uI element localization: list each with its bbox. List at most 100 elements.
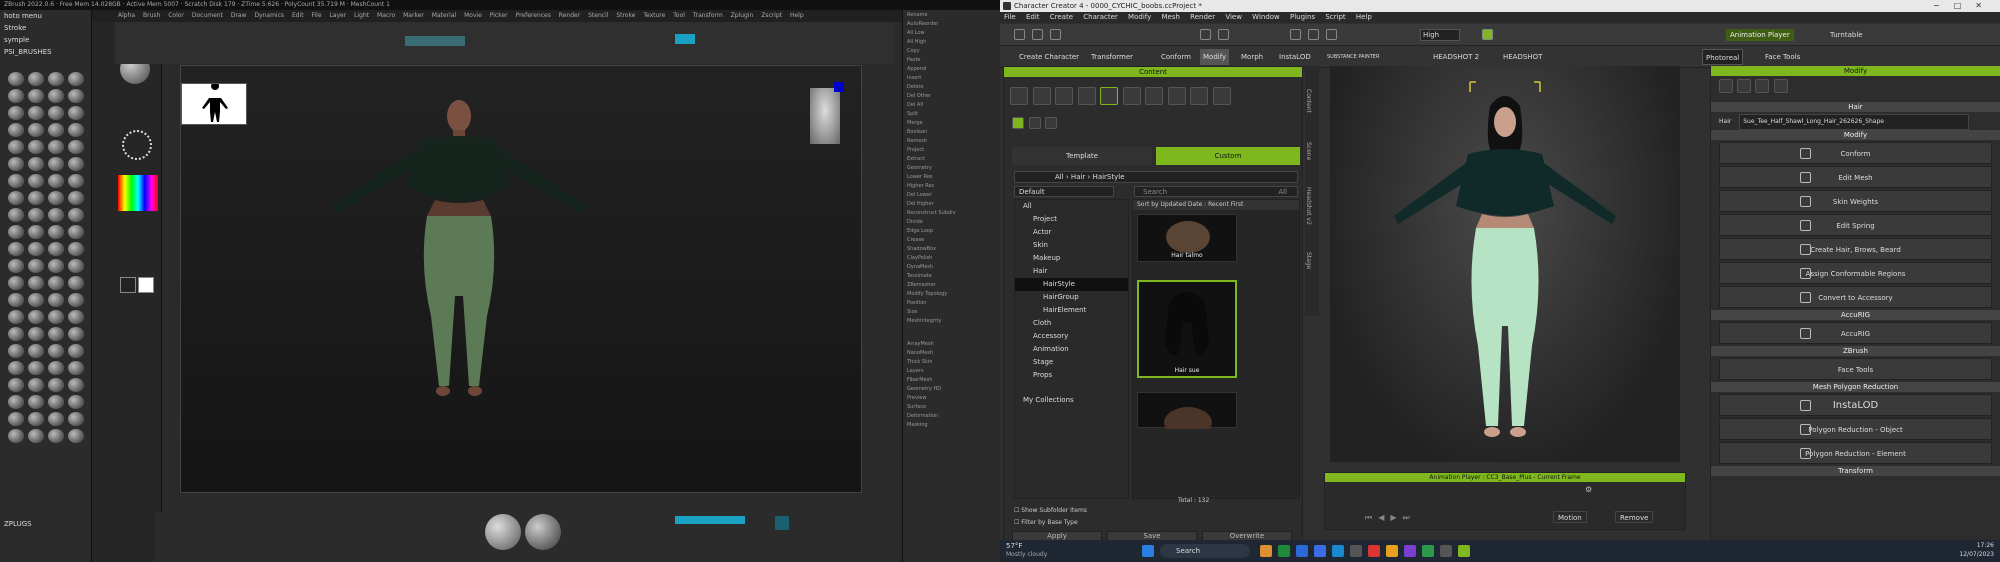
- zb-tray-item[interactable]: Reconstruct Subdiv: [903, 208, 1000, 217]
- zb-tray-item[interactable]: Insert: [903, 73, 1000, 82]
- brush-tile-icon[interactable]: [68, 106, 84, 120]
- instalod-modify-button[interactable]: InstaLOD: [1719, 394, 1992, 416]
- search-scope[interactable]: All: [1278, 187, 1287, 197]
- zb-tray-item[interactable]: All High: [903, 37, 1000, 46]
- color-swatch-white[interactable]: [138, 277, 154, 293]
- zb-tray-item[interactable]: ClayPolish: [903, 253, 1000, 262]
- brush-tile-icon[interactable]: [48, 293, 64, 307]
- brush-tile-icon[interactable]: [8, 157, 24, 171]
- modify-button[interactable]: Modify: [1200, 49, 1230, 65]
- tree-hairstyle[interactable]: HairStyle: [1015, 278, 1128, 291]
- reduction-element-button[interactable]: Polygon Reduction - Element: [1719, 442, 1992, 464]
- remove-button[interactable]: Remove: [1615, 511, 1654, 523]
- zb-tray-subpalette[interactable]: Masking: [903, 420, 1000, 429]
- zb-tray-item[interactable]: Modify Topology: [903, 289, 1000, 298]
- edge-icon[interactable]: [1296, 545, 1308, 557]
- photoreal-select[interactable]: Photoreal: [1702, 49, 1744, 65]
- zb-tray-item[interactable]: Remesh: [903, 136, 1000, 145]
- create-hair-button[interactable]: Create Hair, Brows, Beard: [1719, 238, 1992, 260]
- brush-tile-icon[interactable]: [28, 344, 44, 358]
- clock-time[interactable]: 17:26: [1977, 542, 1994, 549]
- zb-tray-item[interactable]: Position: [903, 298, 1000, 307]
- zbrush-canvas[interactable]: [180, 65, 862, 493]
- brush-tile-icon[interactable]: [8, 310, 24, 324]
- zb-tray-item[interactable]: Boolean: [903, 127, 1000, 136]
- hair-name-field[interactable]: Sue_Tee_Half_Shawl_Long_Hair_262626_Shap…: [1739, 114, 1970, 130]
- anim-settings-icon[interactable]: ⚙: [1585, 485, 1599, 495]
- brush-tile-icon[interactable]: [28, 395, 44, 409]
- brush-tile-icon[interactable]: [8, 225, 24, 239]
- brush-tile-icon[interactable]: [28, 310, 44, 324]
- tree-props[interactable]: Props: [1015, 369, 1128, 382]
- menu-create[interactable]: Create: [1050, 13, 1073, 21]
- brush-tile-icon[interactable]: [68, 276, 84, 290]
- morph-button[interactable]: Morph: [1238, 49, 1266, 65]
- brush-tile-icon[interactable]: [8, 191, 24, 205]
- zb-menu-texture[interactable]: Texture: [643, 12, 665, 19]
- playback-controls[interactable]: ⏮◀▶⏭: [1365, 513, 1416, 523]
- axis-gizmo-icon[interactable]: [834, 82, 844, 92]
- attribute-tab-icon[interactable]: [1719, 79, 1733, 93]
- zb-menu-stencil[interactable]: Stencil: [588, 12, 608, 19]
- makeup-category-icon[interactable]: [1077, 87, 1096, 105]
- texture-tab-icon[interactable]: [1773, 79, 1788, 93]
- brush-tile-icon[interactable]: [8, 412, 24, 426]
- instalod-button[interactable]: InstaLOD: [1276, 49, 1314, 65]
- zb-tray-item[interactable]: Tessimate: [903, 271, 1000, 280]
- brush-tile-icon[interactable]: [8, 361, 24, 375]
- zb-menu-stroke[interactable]: Stroke: [616, 12, 635, 19]
- tree-actor[interactable]: Actor: [1015, 226, 1128, 239]
- zb-tray-item[interactable]: Delete: [903, 82, 1000, 91]
- animation-player-button[interactable]: Animation Player: [1726, 29, 1794, 41]
- zb-menu-material[interactable]: Material: [432, 12, 456, 19]
- zb-tray-subpalette[interactable]: Preview: [903, 393, 1000, 402]
- hair-category-icon[interactable]: [1100, 87, 1119, 105]
- zb-tray-item[interactable]: Lower Res: [903, 172, 1000, 181]
- brush-tile-icon[interactable]: [8, 123, 24, 137]
- headshot-button[interactable]: HEADSHOT: [1500, 49, 1545, 65]
- zb-tray-item[interactable]: Append: [903, 64, 1000, 73]
- brush-tile-icon[interactable]: [48, 89, 64, 103]
- material-preview-icon[interactable]: [525, 514, 561, 550]
- brush-tile-icon[interactable]: [8, 89, 24, 103]
- rotate-icon[interactable]: [1326, 29, 1337, 40]
- content-search-input[interactable]: Search All: [1134, 186, 1298, 197]
- transformer-button[interactable]: Transformer: [1088, 49, 1136, 65]
- motion-button[interactable]: Motion: [1553, 511, 1587, 523]
- menu-file[interactable]: File: [1004, 13, 1016, 21]
- brush-tile-icon[interactable]: [68, 191, 84, 205]
- zb-tray-item[interactable]: ShadowBox: [903, 244, 1000, 253]
- brush-tile-icon[interactable]: [48, 123, 64, 137]
- brush-tile-icon[interactable]: [68, 310, 84, 324]
- face-tools-modify-button[interactable]: Face Tools: [1719, 358, 1992, 380]
- taskbar-search[interactable]: Search: [1160, 544, 1250, 558]
- file-explorer-icon[interactable]: [1260, 545, 1272, 557]
- zb-tray-subpalette[interactable]: Surface: [903, 402, 1000, 411]
- color-swatch-black[interactable]: [120, 277, 136, 293]
- brush-tile-icon[interactable]: [48, 429, 64, 443]
- brush-tile-icon[interactable]: [8, 276, 24, 290]
- brush-tile-icon[interactable]: [28, 140, 44, 154]
- conform-modify-button[interactable]: Conform: [1719, 142, 1992, 164]
- zb-menu-zscript[interactable]: Zscript: [761, 12, 782, 19]
- brush-tile-icon[interactable]: [8, 344, 24, 358]
- brush-tile-icon[interactable]: [48, 157, 64, 171]
- app-icon-blue[interactable]: [1314, 545, 1326, 557]
- brush-tile-icon[interactable]: [68, 123, 84, 137]
- brush-tile-icon[interactable]: [48, 225, 64, 239]
- brush-tile-icon[interactable]: [48, 378, 64, 392]
- open-project-icon[interactable]: [1032, 29, 1043, 40]
- create-character-button[interactable]: Create Character: [1016, 49, 1082, 65]
- zbrush-taskbar-icon[interactable]: [1440, 545, 1452, 557]
- window-controls[interactable]: −□✕: [1933, 0, 1996, 12]
- content-item-hair-sue[interactable]: Hair sue: [1137, 280, 1237, 378]
- face-tools-button[interactable]: Face Tools: [1762, 49, 1803, 65]
- zb-tray-item[interactable]: AutoReorder: [903, 19, 1000, 28]
- accessory-category-icon[interactable]: [1145, 87, 1164, 105]
- zb-menu-tool[interactable]: Tool: [673, 12, 685, 19]
- brush-tile-icon[interactable]: [48, 106, 64, 120]
- brush-tile-icon[interactable]: [68, 412, 84, 426]
- menu-help[interactable]: Help: [1356, 13, 1372, 21]
- brush-tile-icon[interactable]: [48, 344, 64, 358]
- brush-tile-icon[interactable]: [28, 378, 44, 392]
